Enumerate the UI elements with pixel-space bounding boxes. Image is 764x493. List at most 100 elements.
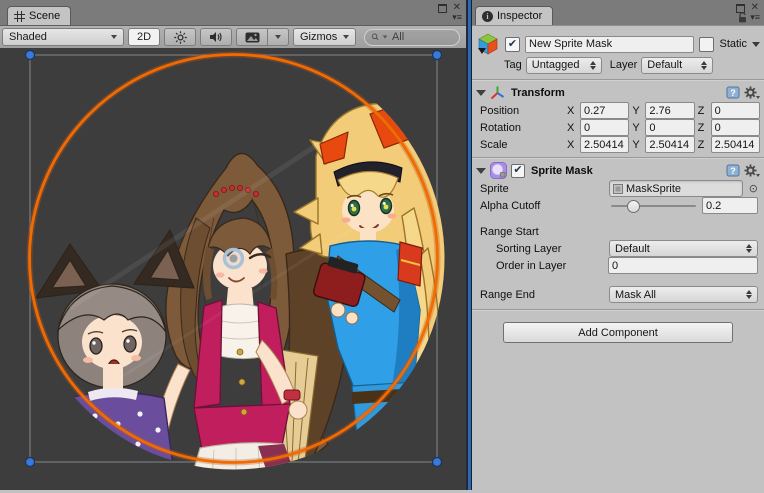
alpha-cutoff-value-field[interactable] (702, 197, 758, 214)
axis-x-label: X (567, 105, 577, 117)
scene-tab-label: Scene (29, 10, 60, 22)
help-icon[interactable]: ? (726, 164, 740, 177)
position-y-field[interactable] (645, 102, 694, 119)
sprite-mask-title: Sprite Mask (531, 165, 593, 177)
range-start-label: Range Start (472, 224, 764, 240)
panel-menu-icon[interactable]: ▾≡ (452, 13, 462, 22)
layer-label: Layer (610, 59, 638, 71)
position-z-field[interactable] (711, 102, 760, 119)
gameobject-cube-icon[interactable] (476, 32, 500, 56)
shading-mode-label: Shaded (9, 31, 105, 43)
position-x-field[interactable] (580, 102, 629, 119)
transform-center-dot (230, 255, 238, 263)
add-component-button[interactable]: Add Component (503, 322, 733, 343)
svg-text:?: ? (730, 88, 736, 98)
gizmos-label: Gizmos (300, 31, 337, 43)
scale-z-field[interactable] (711, 136, 760, 153)
axis-x-label: X (567, 139, 577, 151)
inspector-panel: i Inspector ✕ ▾≡ ✔ (472, 0, 764, 490)
foldout-icon[interactable] (476, 168, 486, 174)
range-end-row: Range End Mask All (472, 286, 764, 303)
search-filter-arrow-icon[interactable] (383, 35, 388, 38)
shading-mode-dropdown[interactable]: Shaded (2, 28, 124, 46)
sprite-object-value: MaskSprite (626, 183, 681, 195)
maximize-icon[interactable] (438, 4, 447, 13)
inspector-tab-label: Inspector (497, 10, 542, 22)
scale-label: Scale (480, 139, 564, 151)
foldout-icon[interactable] (476, 90, 486, 96)
layer-dropdown[interactable]: Default (641, 57, 713, 74)
gizmos-dropdown[interactable]: Gizmos (293, 28, 356, 46)
separator (472, 79, 764, 81)
2d-toggle-button[interactable]: 2D (128, 28, 160, 46)
static-checkbox[interactable] (699, 37, 714, 52)
axis-z-label: Z (698, 105, 708, 117)
object-picker-icon[interactable]: ⊙ (749, 182, 758, 195)
chevron-down-icon (111, 35, 117, 39)
panel-menu-icon[interactable]: ▾≡ (750, 13, 760, 22)
scale-y-field[interactable] (645, 136, 694, 153)
sprite-object-field[interactable]: MaskSprite (609, 180, 743, 197)
scene-lighting-button[interactable] (164, 28, 196, 46)
tag-dropdown[interactable]: Untagged (526, 57, 602, 74)
popup-arrows-icon (590, 61, 596, 70)
sorting-layer-dropdown[interactable]: Default (609, 240, 758, 257)
lock-icon[interactable] (738, 12, 747, 23)
scene-panel: Scene ✕ ▾≡ Shaded 2D (0, 0, 466, 490)
selection-handle-top-left[interactable] (26, 51, 35, 60)
separator (472, 157, 764, 159)
gameobject-enabled-checkbox[interactable]: ✔ (505, 37, 520, 52)
scene-effects-button[interactable] (236, 28, 268, 46)
scene-render (0, 48, 466, 490)
tab-scene[interactable]: Scene (7, 6, 71, 25)
help-icon[interactable]: ? (726, 86, 740, 99)
sorting-layer-label: Sorting Layer (496, 243, 605, 255)
axis-y-label: Y (632, 105, 642, 117)
scene-tabbar: Scene ✕ ▾≡ (0, 0, 466, 26)
selection-handle-bottom-right[interactable] (433, 458, 442, 467)
order-in-layer-row: Order in Layer (472, 257, 764, 274)
selection-handle-top-right[interactable] (433, 51, 442, 60)
info-icon: i (482, 11, 493, 22)
scale-x-field[interactable] (580, 136, 629, 153)
image-icon (245, 32, 260, 43)
inspector-body: ✔ Static Tag Untagged Layer Default (472, 25, 764, 491)
range-end-dropdown[interactable]: Mask All (609, 286, 758, 303)
scene-effects-dropdown[interactable] (268, 28, 289, 46)
order-in-layer-label: Order in Layer (496, 260, 604, 272)
gear-icon[interactable] (744, 86, 760, 99)
order-in-layer-field[interactable] (608, 257, 758, 274)
search-input[interactable] (390, 30, 453, 44)
slider-track (611, 205, 696, 207)
popup-arrows-icon (746, 244, 752, 253)
static-dropdown-icon[interactable] (752, 42, 760, 47)
gameobject-name-field[interactable] (525, 36, 694, 53)
check-icon: ✔ (513, 165, 522, 176)
chevron-down-icon (343, 35, 349, 39)
sprite-mask-enabled-checkbox[interactable]: ✔ (511, 164, 525, 178)
sprite-mask-icon (490, 162, 507, 179)
scene-viewport[interactable] (0, 48, 466, 490)
rotation-y-field[interactable] (645, 119, 694, 136)
tab-inspector[interactable]: i Inspector (475, 6, 553, 25)
position-label: Position (480, 105, 564, 117)
sprite-mask-header[interactable]: ✔ Sprite Mask ? (472, 161, 764, 180)
axis-x-label: X (567, 122, 577, 134)
svg-text:?: ? (730, 166, 736, 176)
scale-row: Scale X Y Z (472, 136, 764, 153)
alpha-cutoff-slider[interactable] (609, 198, 698, 213)
sorting-layer-value: Default (615, 243, 743, 255)
speaker-icon (209, 31, 223, 43)
slider-knob[interactable] (627, 200, 640, 213)
transform-header[interactable]: Transform ? (472, 83, 764, 102)
gear-icon[interactable] (744, 164, 760, 177)
sprite-label: Sprite (480, 183, 605, 195)
scene-search-field[interactable] (364, 29, 460, 46)
axis-y-label: Y (632, 122, 642, 134)
rotation-z-field[interactable] (711, 119, 760, 136)
static-label: Static (719, 38, 747, 50)
scene-audio-button[interactable] (200, 28, 232, 46)
selection-handle-bottom-left[interactable] (26, 458, 35, 467)
sprite-row: Sprite MaskSprite ⊙ (472, 180, 764, 197)
rotation-x-field[interactable] (580, 119, 629, 136)
